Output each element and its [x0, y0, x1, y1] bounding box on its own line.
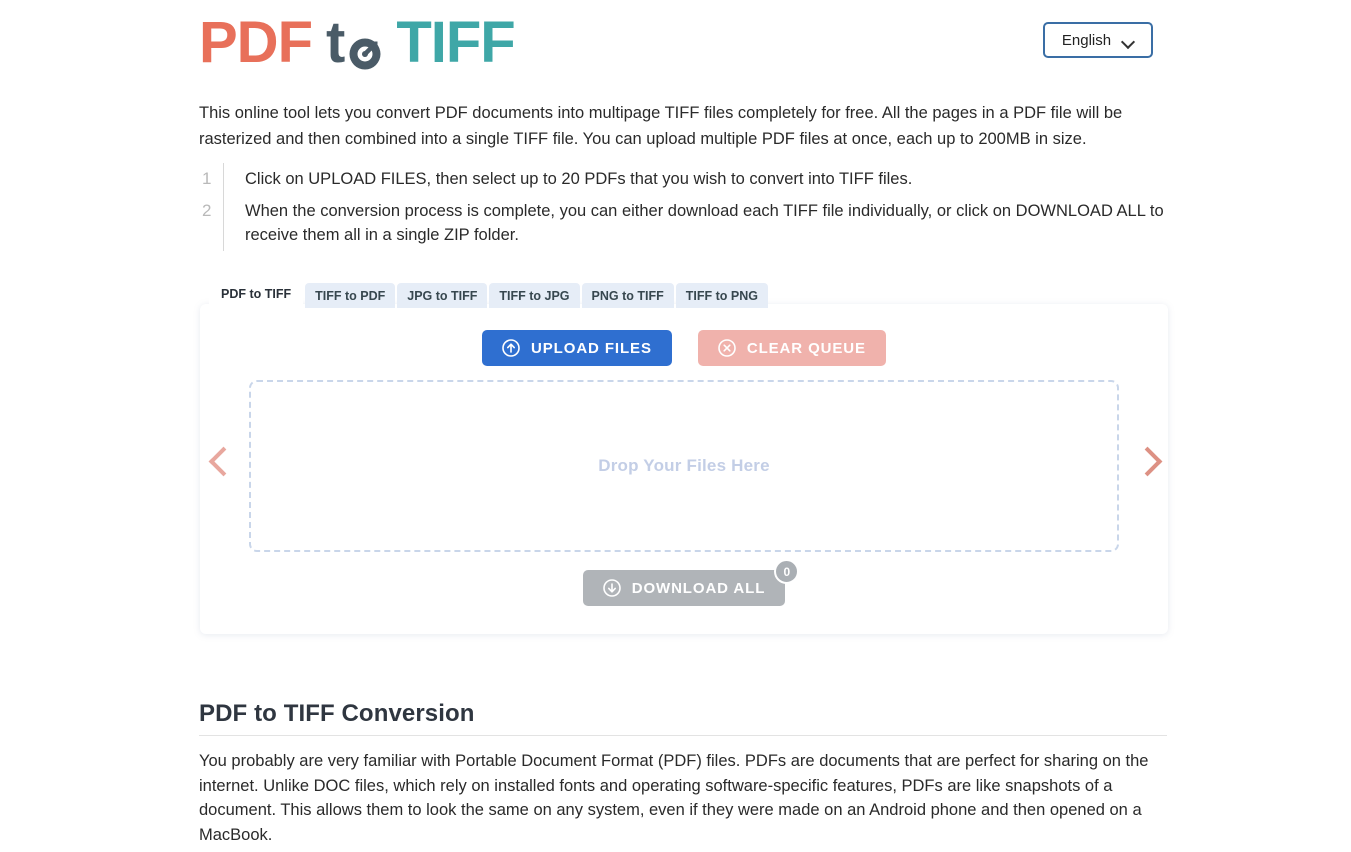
converter-tabs: PDF to TIFF TIFF to PDF JPG to TIFF TIFF… [209, 280, 768, 308]
step-text: Click on UPLOAD FILES, then select up to… [245, 170, 913, 188]
tab-pdf-to-tiff[interactable]: PDF to TIFF [209, 280, 304, 308]
instruction-step: 2 When the conversion process is complet… [199, 195, 1167, 251]
article-body: You probably are very familiar with Port… [199, 752, 1149, 844]
instruction-steps: 1 Click on UPLOAD FILES, then select up … [199, 163, 1167, 251]
download-all-row: DOWNLOAD ALL 0 [200, 559, 1168, 606]
step-divider [223, 195, 224, 251]
converter-action-buttons: UPLOAD FILES CLEAR QUEUE [200, 330, 1168, 366]
instruction-step: 1 Click on UPLOAD FILES, then select up … [199, 163, 1167, 195]
chevron-left-icon[interactable] [205, 444, 239, 478]
close-circle-icon [718, 339, 736, 357]
step-number: 1 [202, 169, 212, 188]
page-root: PDF t TIFF English This online tool lets… [0, 0, 1351, 852]
tab-png-to-tiff[interactable]: PNG to TIFF [581, 283, 674, 308]
download-count-badge: 0 [774, 559, 800, 584]
tab-tiff-to-pdf[interactable]: TIFF to PDF [305, 283, 396, 308]
download-all-button-label: DOWNLOAD ALL [631, 579, 766, 597]
logo-text-tiff: TIFF [396, 10, 515, 75]
download-all-button[interactable]: DOWNLOAD ALL 0 [582, 559, 800, 606]
download-arrow-circle-icon [602, 579, 621, 597]
converter-card: UPLOAD FILES CLEAR QUEUE Drop Your Files… [200, 304, 1168, 634]
language-selector[interactable]: English [1043, 22, 1153, 58]
dropzone-label: Drop Your Files Here [598, 456, 770, 475]
upload-arrow-circle-icon [502, 339, 520, 357]
language-selector-label: English [1061, 31, 1112, 49]
tab-tiff-to-png[interactable]: TIFF to PNG [675, 283, 768, 308]
step-text: When the conversion process is complete,… [245, 202, 1164, 244]
tab-jpg-to-tiff[interactable]: JPG to TIFF [397, 283, 488, 308]
step-divider [223, 163, 224, 195]
article-divider [199, 735, 1167, 736]
chevron-right-icon[interactable] [1129, 444, 1163, 478]
intro-paragraph: This online tool lets you convert PDF do… [199, 104, 1123, 148]
clear-queue-button-label: CLEAR QUEUE [746, 339, 866, 357]
logo-text-pdf: PDF [199, 10, 313, 75]
file-dropzone[interactable]: Drop Your Files Here [249, 380, 1119, 552]
logo-text-to: t [326, 10, 345, 75]
chevron-down-icon [1123, 37, 1134, 44]
upload-files-button[interactable]: UPLOAD FILES [482, 330, 672, 366]
step-number: 2 [202, 201, 212, 220]
circular-convert-arrow-icon [344, 27, 386, 70]
clear-queue-button[interactable]: CLEAR QUEUE [697, 330, 886, 366]
tab-tiff-to-jpg[interactable]: TIFF to JPG [489, 283, 580, 308]
upload-files-button-label: UPLOAD FILES [531, 339, 652, 357]
site-header: PDF t TIFF English [0, 0, 1351, 92]
article-title: PDF to TIFF Conversion [199, 700, 475, 727]
site-logo[interactable]: PDF t TIFF [199, 10, 516, 75]
